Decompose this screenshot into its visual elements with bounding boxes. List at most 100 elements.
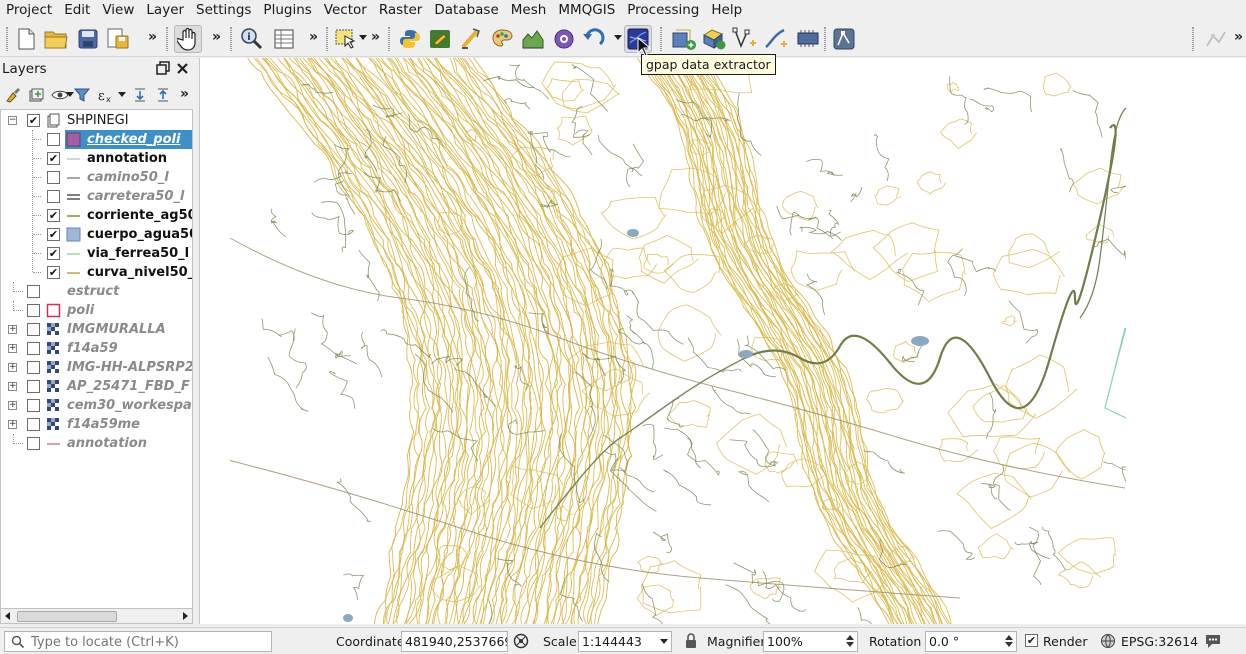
menu-plugins[interactable]: Plugins — [257, 0, 317, 21]
processing-toolbox-button[interactable] — [550, 25, 578, 53]
attribute-table-button[interactable] — [270, 25, 298, 53]
menu-processing[interactable]: Processing — [621, 0, 705, 21]
menu-view[interactable]: View — [96, 0, 140, 21]
scroll-left-icon[interactable] — [5, 612, 10, 620]
toolbar-handle[interactable] — [388, 27, 390, 51]
crs-label[interactable]: EPSG:32614 — [1121, 634, 1198, 649]
toolbar-handle[interactable] — [1192, 27, 1194, 51]
save-project-button[interactable] — [74, 25, 102, 53]
menu-project[interactable]: Project — [0, 0, 58, 21]
add-ram-layer-button[interactable] — [794, 25, 822, 53]
georeferencer-button[interactable] — [457, 25, 485, 53]
render-checkbox[interactable]: ✔ — [1025, 634, 1038, 647]
layer-visibility-checkbox[interactable] — [47, 190, 60, 203]
close-panel-icon[interactable] — [173, 59, 191, 77]
layer-row[interactable]: annotation — [1, 434, 192, 453]
layer-visibility-checkbox[interactable]: ✔ — [47, 228, 60, 241]
filter-icon[interactable] — [72, 85, 92, 105]
magnifier-spinbox[interactable]: 100% — [763, 631, 858, 652]
layer-visibility-checkbox[interactable]: ✔ — [47, 266, 60, 279]
toolbar-overflow-3[interactable]: » — [309, 29, 318, 45]
open-project-button[interactable] — [42, 25, 70, 53]
layer-row[interactable]: ✔ cuerpo_agua50 — [1, 225, 192, 244]
layer-visibility-checkbox[interactable] — [27, 304, 40, 317]
layer-row[interactable]: + f14a59 — [1, 339, 192, 358]
digitize-line-button[interactable] — [762, 25, 790, 53]
spinner-arrows-icon[interactable] — [1002, 633, 1015, 650]
style-manager-button[interactable] — [488, 25, 516, 53]
spinner-arrows-icon[interactable] — [843, 633, 856, 650]
menu-layer[interactable]: Layer — [140, 0, 190, 21]
undo-dropdown-arrow[interactable] — [614, 35, 622, 40]
collapse-icon[interactable]: − — [8, 116, 17, 125]
layer-row[interactable]: poli — [1, 301, 192, 320]
rotation-spinbox[interactable]: 0.0 ° — [925, 631, 1017, 652]
layer-row[interactable]: − ✔ SHPINEGI — [1, 111, 192, 130]
menu-vector[interactable]: Vector — [318, 0, 373, 21]
layer-tree-scrollbar[interactable] — [0, 608, 193, 624]
layer-row[interactable]: ✔ corriente_ag50 — [1, 206, 192, 225]
layer-visibility-checkbox[interactable] — [27, 285, 40, 298]
scrollbar-thumb[interactable] — [17, 611, 117, 622]
filter-expression-icon[interactable]: εx — [94, 85, 114, 105]
toolbar-overflow-2[interactable]: » — [212, 29, 221, 45]
chevron-down-icon[interactable] — [660, 639, 668, 644]
scroll-right-icon[interactable] — [183, 612, 188, 620]
toolbar-overflow-1[interactable]: » — [148, 29, 157, 45]
add-group-icon[interactable] — [26, 85, 46, 105]
layers-toolbar-overflow[interactable]: » — [180, 86, 189, 102]
layer-row[interactable]: camino50_l — [1, 168, 192, 187]
expand-icon[interactable]: + — [8, 420, 17, 429]
layer-visibility-checkbox[interactable] — [27, 380, 40, 393]
layer-row[interactable]: + f14a59me — [1, 415, 192, 434]
toolbar-overflow-4[interactable]: » — [371, 29, 380, 45]
menu-database[interactable]: Database — [428, 0, 504, 21]
menu-help[interactable]: Help — [705, 0, 748, 21]
save-as-button[interactable] — [104, 25, 132, 53]
layer-row[interactable]: + cem30_workespa — [1, 396, 192, 415]
layer-visibility-checkbox[interactable] — [47, 133, 60, 146]
expand-icon[interactable]: + — [8, 401, 17, 410]
expand-all-icon[interactable] — [130, 85, 150, 105]
menu-mesh[interactable]: Mesh — [505, 0, 553, 21]
layer-row[interactable]: ✔ curva_nivel50_ — [1, 263, 192, 282]
extents-toggle-icon[interactable] — [513, 633, 529, 649]
profile-tool-button[interactable] — [519, 25, 547, 53]
locator-bar[interactable] — [4, 631, 272, 652]
toolbar-overflow-5[interactable]: » — [1234, 29, 1243, 45]
add-raster-layer-button[interactable] — [700, 25, 728, 53]
expand-icon[interactable]: + — [8, 363, 17, 372]
toolbar-handle[interactable] — [6, 27, 8, 51]
expand-icon[interactable]: + — [8, 382, 17, 391]
layer-visibility-checkbox[interactable]: ✔ — [47, 152, 60, 165]
add-vector-layer-button[interactable] — [670, 25, 698, 53]
layer-visibility-checkbox[interactable] — [27, 342, 40, 355]
vertex-tool-button[interactable] — [830, 25, 858, 53]
globe-icon[interactable] — [1100, 633, 1116, 649]
layer-visibility-checkbox[interactable] — [27, 399, 40, 412]
toolbar-handle[interactable] — [660, 27, 662, 51]
messages-icon[interactable] — [1204, 633, 1222, 649]
layer-visibility-checkbox[interactable]: ✔ — [27, 114, 40, 127]
toolbar-handle[interactable] — [230, 27, 232, 51]
menu-edit[interactable]: Edit — [58, 0, 96, 21]
pan-map-button[interactable] — [174, 25, 202, 53]
layer-row[interactable]: + IMG-HH-ALPSRP2 — [1, 358, 192, 377]
python-console-button[interactable] — [396, 25, 424, 53]
digitize-vertex-button[interactable] — [731, 25, 759, 53]
new-project-button[interactable] — [12, 25, 40, 53]
menu-settings[interactable]: Settings — [190, 0, 257, 21]
layer-row[interactable]: checked_poli — [1, 130, 192, 149]
layer-row[interactable]: estruct — [1, 282, 192, 301]
layer-visibility-checkbox[interactable] — [27, 323, 40, 336]
scale-combobox[interactable]: 1:144443 — [578, 631, 672, 652]
coordinate-field[interactable]: 481940,2537669 — [401, 631, 508, 652]
layer-row[interactable]: + AP_25471_FBD_F — [1, 377, 192, 396]
select-features-button[interactable] — [332, 25, 360, 53]
identify-features-button[interactable]: i — [238, 25, 266, 53]
menu-raster[interactable]: Raster — [373, 0, 429, 21]
layer-row[interactable]: carretera50_l — [1, 187, 192, 206]
layer-visibility-checkbox[interactable]: ✔ — [47, 209, 60, 222]
layer-row[interactable]: + IMGMURALLA — [1, 320, 192, 339]
toolbar-handle[interactable] — [326, 27, 328, 51]
